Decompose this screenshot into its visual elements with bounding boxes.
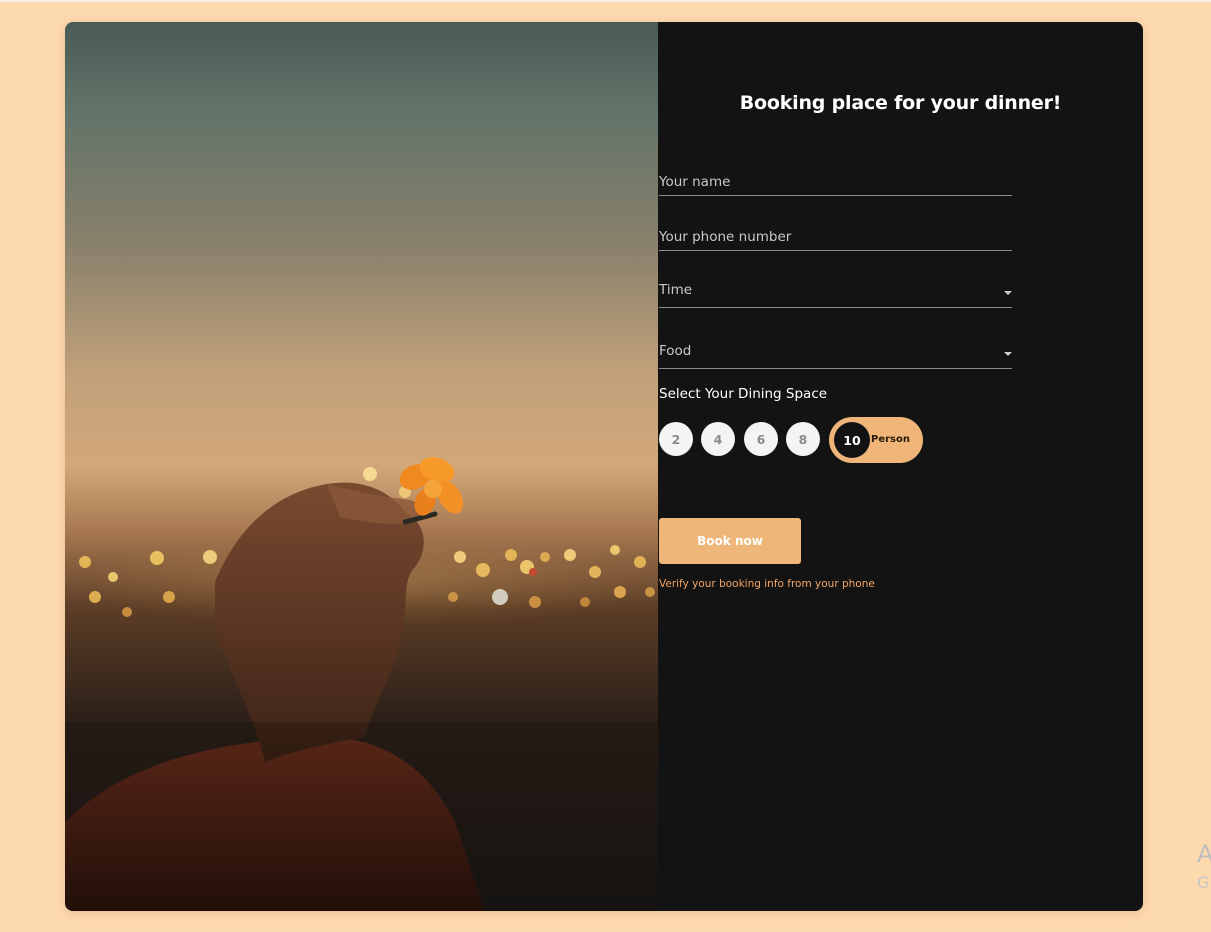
space-option-8[interactable]: 8 <box>786 422 820 456</box>
space-option-4[interactable]: 4 <box>701 422 735 456</box>
time-select[interactable]: Time <box>659 268 1012 308</box>
space-option-2[interactable]: 2 <box>659 422 693 456</box>
edge-text-line1: A <box>1197 840 1211 868</box>
time-select-label: Time <box>659 282 693 298</box>
form-panel: Booking place for your dinner! <box>658 22 1143 911</box>
food-select[interactable]: Food <box>659 328 1012 369</box>
dining-space-label: Select Your Dining Space <box>659 386 828 402</box>
hero-photo-image <box>65 22 658 911</box>
selected-suffix: Person <box>871 434 910 445</box>
food-select-label: Food <box>659 343 692 359</box>
book-now-button[interactable]: Book now <box>659 518 801 564</box>
booking-card: Booking place for your dinner! <box>65 22 1143 911</box>
edge-text-line2: G <box>1197 873 1210 892</box>
phone-placeholder: Your phone number <box>659 229 792 245</box>
name-input[interactable]: Your name <box>659 160 1012 196</box>
name-placeholder: Your name <box>659 174 731 190</box>
selected-count: 10 <box>834 422 870 458</box>
hero-photo <box>65 22 658 911</box>
form-title: Booking place for your dinner! <box>739 92 1062 114</box>
caret-down-icon <box>1004 352 1012 356</box>
verify-note: Verify your booking info from your phone <box>659 578 875 590</box>
space-option-10-selected[interactable]: 10 Person <box>829 417 923 463</box>
caret-down-icon <box>1004 291 1012 295</box>
top-divider <box>0 0 1211 2</box>
phone-input[interactable]: Your phone number <box>659 215 1012 251</box>
space-option-6[interactable]: 6 <box>744 422 778 456</box>
